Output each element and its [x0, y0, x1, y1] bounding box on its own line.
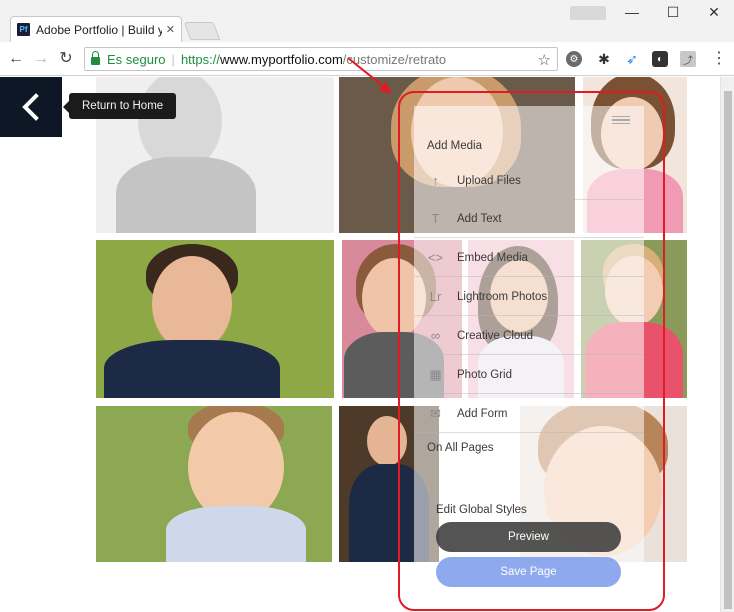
chevron-left-icon	[22, 93, 39, 121]
profile-avatar[interactable]	[570, 6, 606, 20]
back-arrow-icon[interactable]: ←	[6, 49, 26, 69]
close-window-button[interactable]: ✕	[703, 4, 725, 21]
spider-extension-icon[interactable]: ✱	[596, 51, 612, 67]
photo-clothing	[116, 157, 256, 233]
feather-extension-icon[interactable]: ➶	[624, 51, 640, 67]
gear-extension-icon[interactable]: ⚙	[566, 51, 582, 67]
annotation-arrow-icon	[347, 57, 392, 94]
portfolio-favicon-icon: Pf	[17, 23, 30, 36]
photo-clothing	[166, 506, 306, 562]
reload-icon[interactable]: ↻	[56, 49, 76, 69]
address-separator: |	[171, 51, 175, 67]
minimize-button[interactable]: —	[621, 4, 643, 20]
photo-baby-grass[interactable]	[96, 406, 332, 562]
address-bar[interactable]: Es seguro | https:// www.myportfolio.com…	[84, 47, 558, 71]
forward-arrow-icon[interactable]: →	[31, 49, 51, 69]
browser-menu-icon[interactable]: ⋮	[709, 49, 729, 69]
bookmark-star-icon[interactable]: ☆	[538, 51, 551, 69]
browser-tab[interactable]: Pf Adobe Portfolio | Build yo ✕	[10, 16, 182, 42]
return-home-tooltip: Return to Home	[62, 93, 177, 119]
pdf-extension-icon[interactable]: ⤴	[680, 51, 696, 67]
annotation-highlight-box	[398, 91, 665, 611]
new-tab-button[interactable]	[183, 22, 221, 40]
photo-face	[152, 256, 232, 352]
url-scheme: https://	[180, 51, 220, 67]
lock-icon	[91, 51, 100, 65]
tab-close-icon[interactable]: ✕	[166, 23, 175, 36]
url-host: www.myportfolio.com	[219, 51, 343, 67]
portfolio-editor-canvas: Return to Home Add Media ↑ Upload Files …	[0, 77, 734, 612]
keep-extension-icon[interactable]: ◐	[652, 51, 668, 67]
tab-title: Adobe Portfolio | Build yo	[36, 22, 162, 37]
maximize-button[interactable]: ☐	[662, 4, 684, 21]
photo-boy-uniform[interactable]	[96, 240, 334, 398]
return-home-button[interactable]	[0, 77, 62, 137]
browser-tab-strip: Pf Adobe Portfolio | Build yo ✕ — ☐ ✕	[0, 0, 734, 42]
page-scrollbar[interactable]	[720, 77, 734, 612]
secure-label: Es seguro	[107, 51, 166, 67]
photo-clothing	[104, 340, 280, 398]
scrollbar-thumb[interactable]	[724, 91, 732, 609]
